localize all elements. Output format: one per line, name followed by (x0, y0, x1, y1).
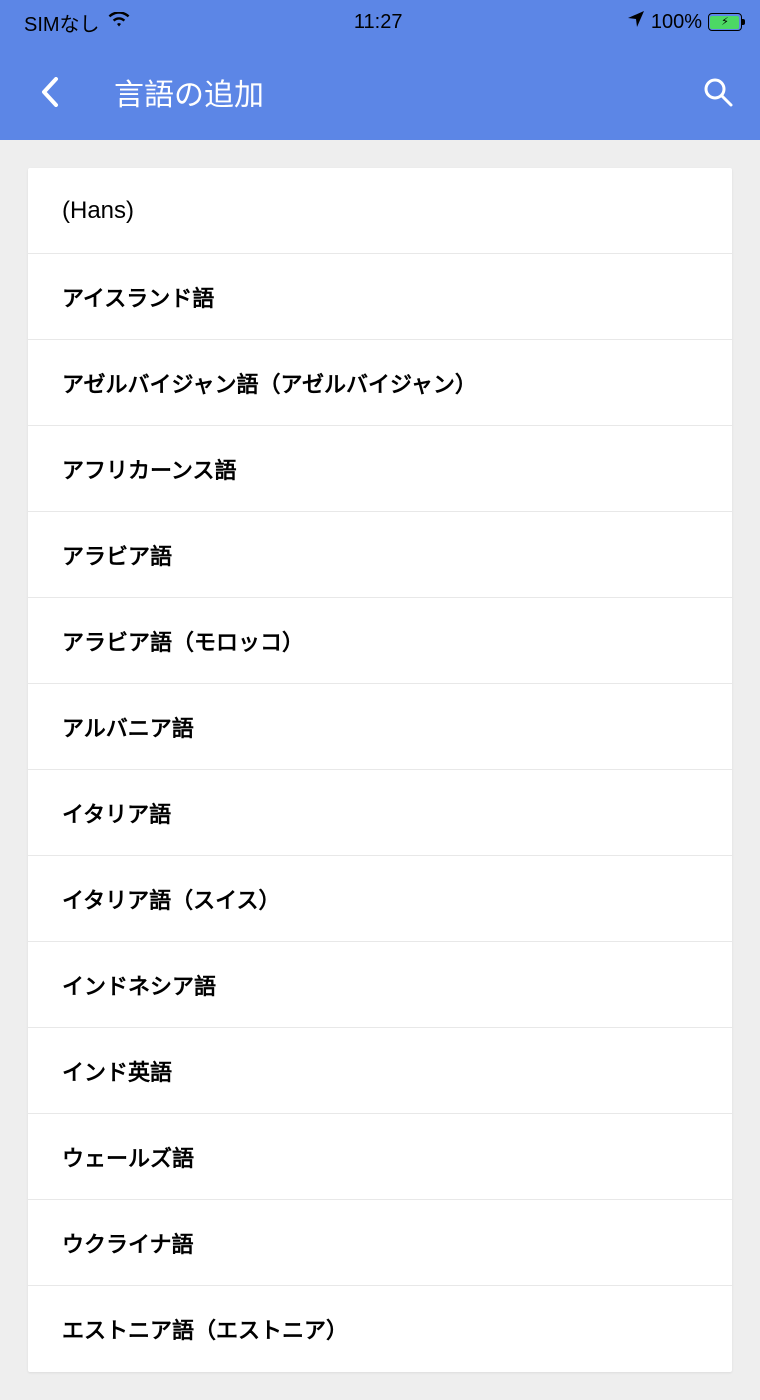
location-icon (627, 10, 645, 34)
language-item[interactable]: インド英語 (28, 1028, 732, 1114)
language-item[interactable]: (Hans) (28, 168, 732, 254)
search-button[interactable] (702, 76, 734, 108)
language-item[interactable]: ウクライナ語 (28, 1200, 732, 1286)
language-item[interactable]: アラビア語 (28, 512, 732, 598)
chevron-left-icon (41, 77, 59, 107)
carrier-label: SIMなし (24, 8, 100, 37)
nav-bar: 言語の追加 (0, 44, 760, 140)
language-item[interactable]: アゼルバイジャン語（アゼルバイジャン） (28, 340, 732, 426)
language-item[interactable]: アフリカーンス語 (28, 426, 732, 512)
battery-percentage: 100% (651, 11, 702, 34)
language-item[interactable]: インドネシア語 (28, 942, 732, 1028)
back-button[interactable] (30, 72, 70, 112)
language-item[interactable]: アルバニア語 (28, 684, 732, 770)
battery-icon: ⚡︎ (708, 13, 742, 31)
page-title: 言語の追加 (114, 70, 264, 114)
status-right: 100% ⚡︎ (627, 10, 742, 34)
status-bar: SIMなし 11:27 100% ⚡︎ (0, 0, 760, 44)
wifi-icon (108, 11, 130, 34)
search-icon (702, 76, 734, 108)
content-area: (Hans) アイスランド語 アゼルバイジャン語（アゼルバイジャン） アフリカー… (0, 140, 760, 1400)
language-item[interactable]: イタリア語 (28, 770, 732, 856)
language-item[interactable]: ウェールズ語 (28, 1114, 732, 1200)
language-item[interactable]: イタリア語（スイス） (28, 856, 732, 942)
language-list: (Hans) アイスランド語 アゼルバイジャン語（アゼルバイジャン） アフリカー… (28, 168, 732, 1372)
language-item[interactable]: アイスランド語 (28, 254, 732, 340)
language-item[interactable]: エストニア語（エストニア） (28, 1286, 732, 1372)
status-left: SIMなし (24, 8, 130, 37)
status-time: 11:27 (354, 11, 403, 34)
language-item[interactable]: アラビア語（モロッコ） (28, 598, 732, 684)
